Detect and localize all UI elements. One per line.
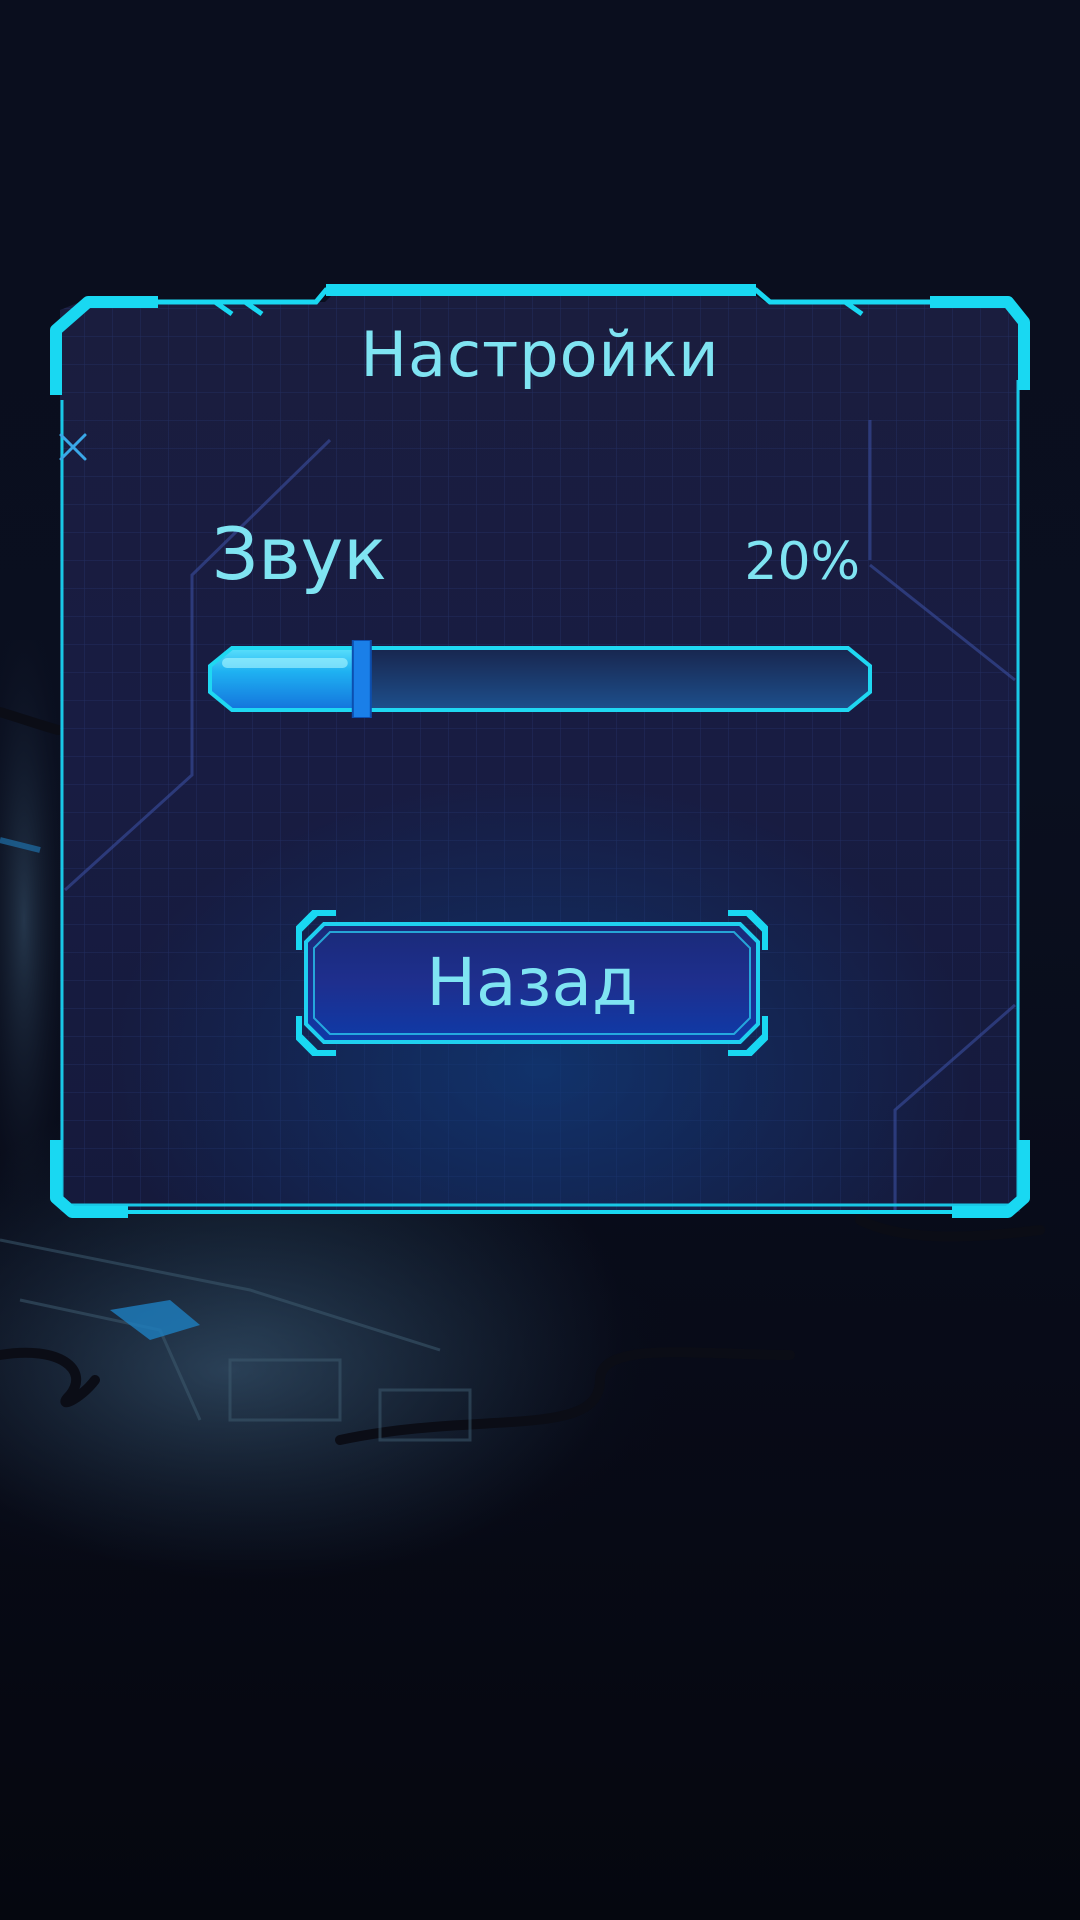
game-screen: Настройки Звук 20% Назад [0, 0, 1080, 1920]
sound-slider[interactable] [206, 640, 874, 718]
back-button[interactable]: Назад [296, 910, 768, 1056]
slider-handle [351, 640, 372, 718]
dialog-title: Настройки [360, 318, 720, 391]
back-button-label: Назад [426, 944, 638, 1021]
sound-label: Звук [212, 512, 387, 596]
slider-shine [222, 658, 348, 668]
close-icon[interactable] [56, 430, 90, 464]
sound-value: 20% [744, 532, 860, 592]
